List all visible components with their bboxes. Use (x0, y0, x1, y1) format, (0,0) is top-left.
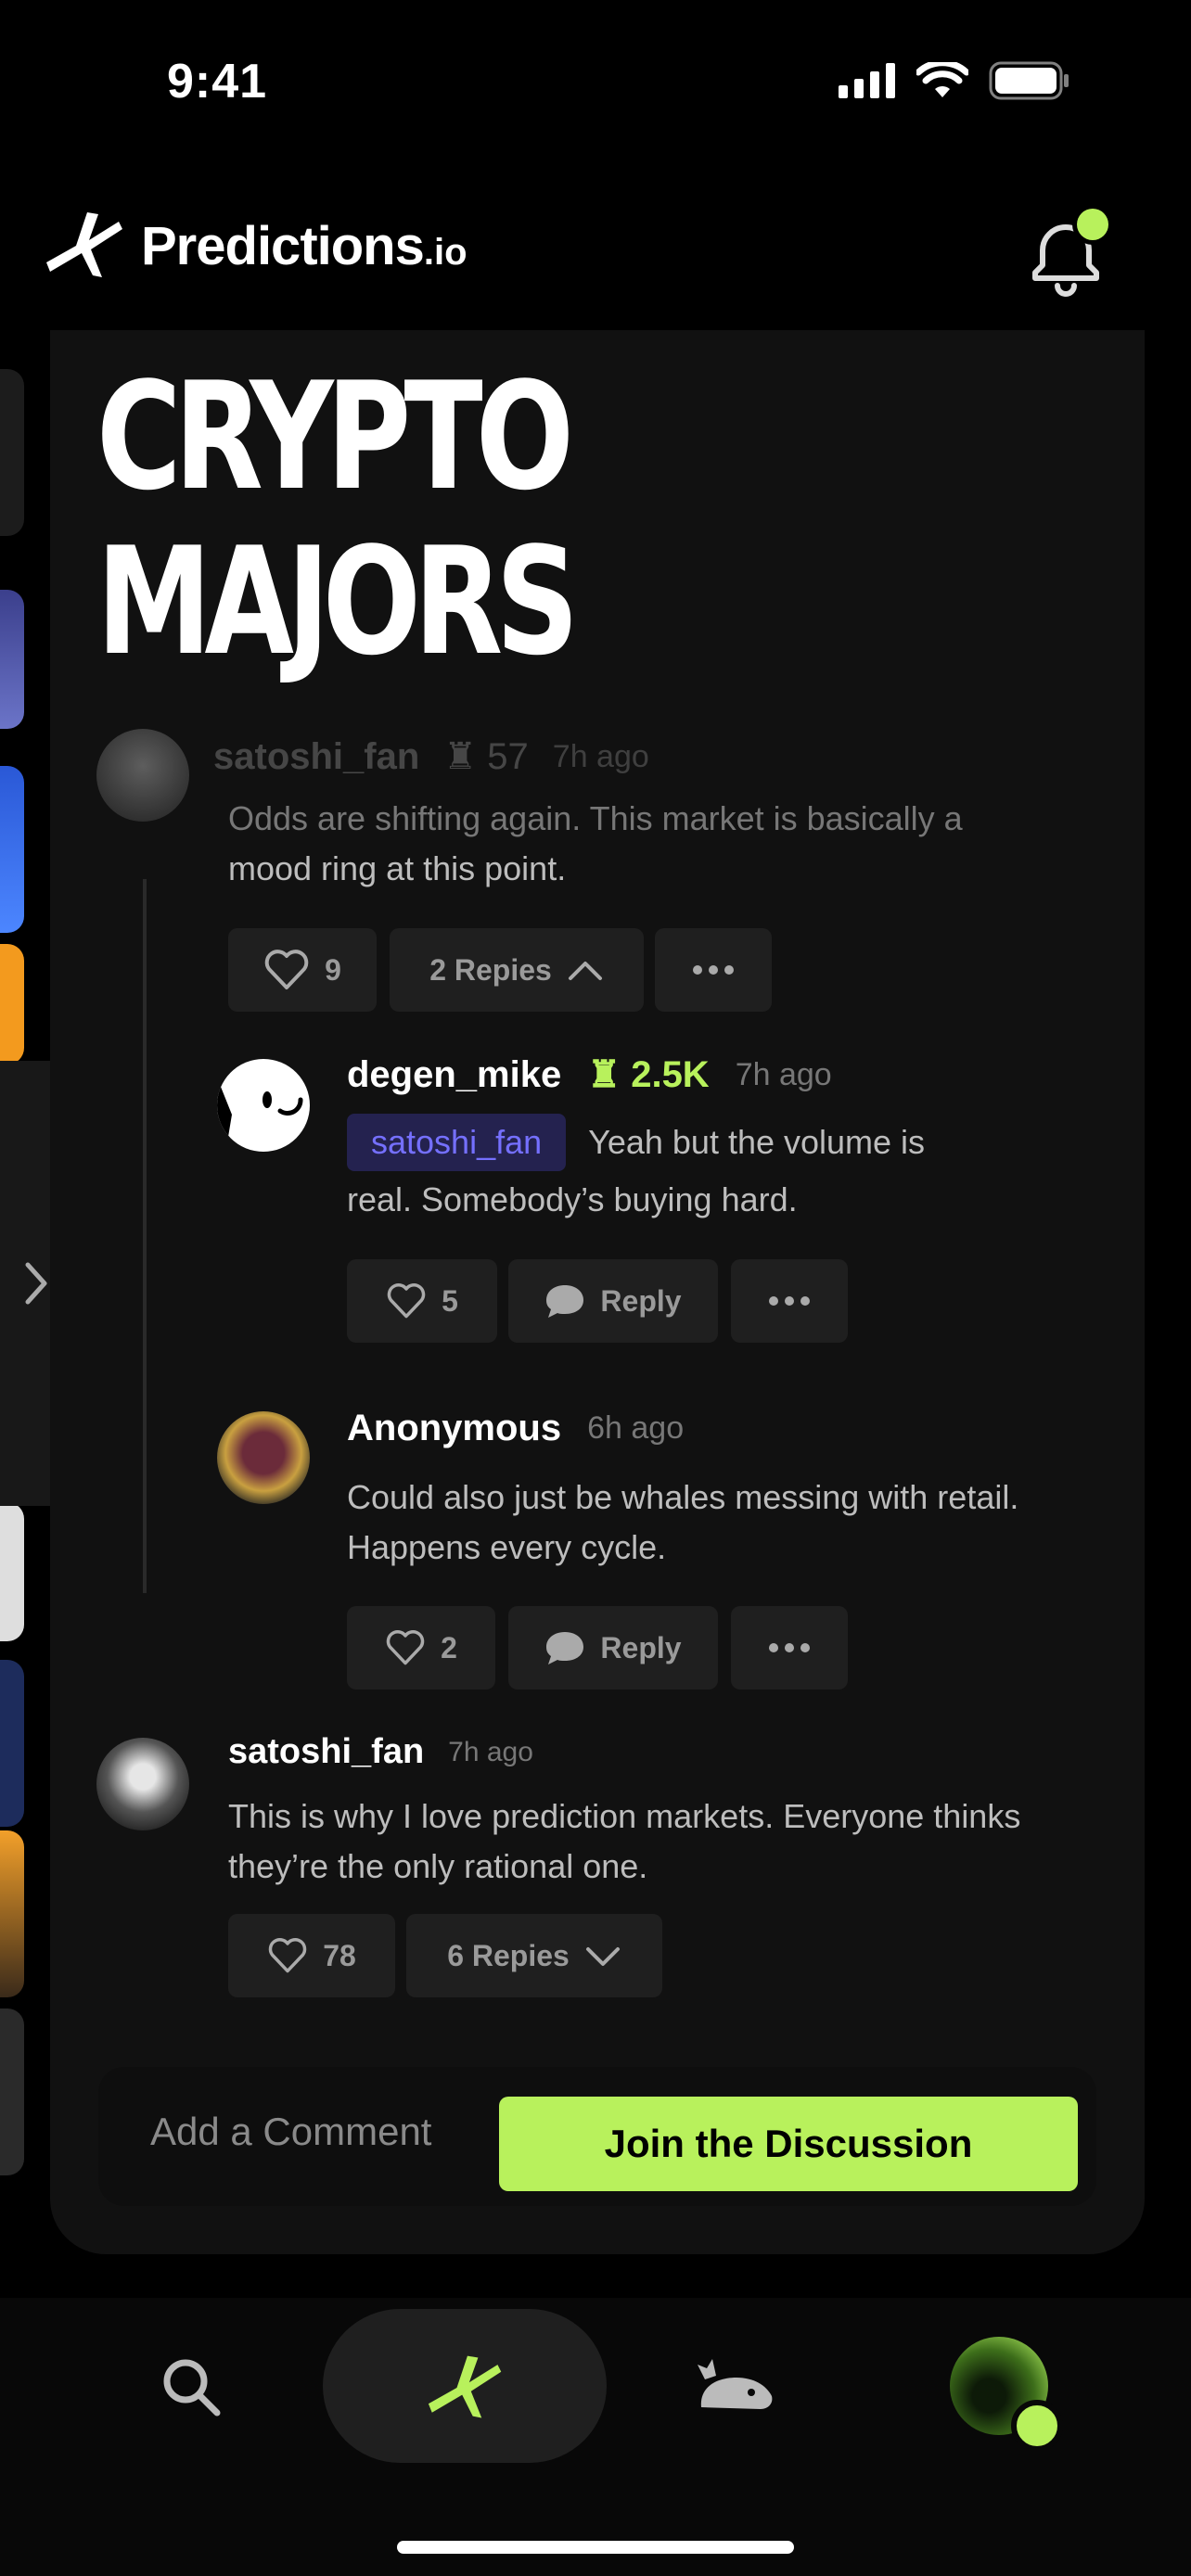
chevron-down-icon (585, 1947, 620, 1966)
side-card[interactable] (0, 369, 24, 536)
comment-username[interactable]: Anonymous (347, 1408, 561, 1449)
more-icon (769, 1296, 810, 1306)
reply-label: Reply (600, 1283, 682, 1318)
brand-name: Predictions (141, 215, 425, 276)
more-icon (693, 965, 734, 975)
heart-icon (268, 1938, 307, 1973)
search-icon[interactable] (156, 2352, 230, 2426)
comment-header: degen_mike ♜ 2.5K 7h ago (347, 1053, 832, 1096)
comment-body: This is why I love prediction markets. E… (228, 1792, 1119, 1892)
battery-icon (989, 61, 1069, 100)
online-status-dot (1011, 2400, 1063, 2452)
side-thumbnail[interactable] (0, 1502, 24, 1641)
comment-line: Happens every cycle. (347, 1528, 667, 1566)
comment-composer: Add a Comment Join the Discussion (98, 2067, 1096, 2206)
rank-badge: ♜ 57 (443, 735, 528, 778)
rank-icon: ♜ (443, 736, 478, 777)
join-discussion-button[interactable]: Join the Discussion (499, 2097, 1078, 2191)
more-icon (769, 1643, 810, 1652)
like-button[interactable]: 78 (228, 1914, 395, 1997)
replies-toggle[interactable]: 6 Repies (406, 1914, 662, 1997)
rank-value: 2.5K (631, 1054, 710, 1095)
comment-body: satoshi_fan Yeah but the volume is real. … (347, 1114, 1108, 1225)
reply-label: Reply (600, 1630, 682, 1664)
like-count: 9 (325, 952, 341, 987)
like-button[interactable]: 2 (347, 1606, 495, 1690)
rank-badge: ♜ 2.5K (587, 1053, 709, 1096)
replies-label: 6 Repies (447, 1938, 570, 1972)
reply-button[interactable]: Reply (508, 1259, 718, 1343)
status-time: 9:41 (167, 55, 268, 108)
avatar[interactable] (96, 729, 189, 822)
title-line-2: MAJORS (96, 515, 579, 688)
comment-line: This is why I love prediction markets. E… (228, 1797, 1021, 1835)
whale-icon[interactable] (696, 2352, 775, 2417)
like-count: 78 (323, 1938, 356, 1972)
side-thumbnail[interactable] (0, 590, 24, 729)
like-button[interactable]: 5 (347, 1259, 497, 1343)
comment-username[interactable]: degen_mike (347, 1054, 561, 1096)
add-comment-input[interactable]: Add a Comment (150, 2110, 431, 2154)
home-logo-icon (46, 212, 122, 277)
avatar-face-icon (217, 1078, 303, 1148)
chat-icon (546, 1632, 584, 1664)
chevron-up-icon (568, 962, 602, 980)
more-button[interactable] (731, 1606, 848, 1690)
comment-line: Yeah but the volume is (588, 1123, 926, 1161)
comment-header: satoshi_fan 7h ago (228, 1732, 533, 1772)
comment-body: Odds are shifting again. This market is … (228, 794, 963, 894)
page-title: CRYPTO MAJORS (96, 350, 579, 688)
mention-tag[interactable]: satoshi_fan (347, 1114, 567, 1171)
home-indicator (397, 2541, 794, 2554)
chat-icon (546, 1285, 584, 1318)
avatar[interactable] (96, 1738, 189, 1830)
market-card: CRYPTO MAJORS satoshi_fan ♜ 57 7h ago Od… (50, 330, 1145, 2254)
replies-toggle[interactable]: 2 Repies (390, 928, 644, 1012)
heart-icon (386, 1630, 425, 1665)
comment-username[interactable]: satoshi_fan (228, 1732, 424, 1772)
rank-icon: ♜ (587, 1054, 621, 1095)
side-thumbnail[interactable] (0, 766, 24, 933)
signal-icon (839, 63, 895, 98)
bell-icon (1032, 204, 1113, 297)
like-button[interactable]: 9 (228, 928, 377, 1012)
comment-time: 7h ago (552, 738, 649, 774)
comment-body: Could also just be whales messing with r… (347, 1473, 1126, 1573)
reply-button[interactable]: Reply (508, 1606, 718, 1690)
more-button[interactable] (655, 928, 772, 1012)
like-count: 2 (441, 1630, 457, 1664)
side-thumbnail[interactable] (0, 1660, 24, 1827)
comment-username[interactable]: satoshi_fan (213, 736, 419, 778)
title-line-1: CRYPTO (96, 350, 574, 523)
comment-line: Odds are shifting again. This market is … (228, 799, 963, 837)
comment-line: Could also just be whales messing with r… (347, 1478, 1019, 1516)
side-thumbnail[interactable] (0, 944, 24, 1065)
comment-line: mood ring at this point. (228, 849, 567, 887)
heart-icon (264, 950, 309, 989)
avatar[interactable] (217, 1411, 310, 1504)
comment-header: Anonymous 6h ago (347, 1408, 684, 1449)
comment-time: 7h ago (735, 1056, 832, 1092)
thread-line (143, 879, 147, 1593)
home-logo-icon[interactable] (427, 2350, 506, 2426)
rank-value: 57 (487, 736, 529, 777)
side-thumbnail[interactable] (0, 2009, 24, 2175)
status-icons (839, 61, 1070, 100)
comment-time: 7h ago (448, 1736, 533, 1767)
like-count: 5 (442, 1283, 458, 1318)
replies-label: 2 Repies (429, 952, 552, 987)
comment-line: real. Somebody’s buying hard. (347, 1180, 798, 1218)
brand-suffix: .io (423, 231, 467, 273)
notifications-button[interactable] (1015, 202, 1117, 304)
comment-line: they’re the only rational one. (228, 1847, 648, 1885)
wifi-icon (916, 62, 968, 97)
more-button[interactable] (731, 1259, 848, 1343)
heart-icon (387, 1283, 426, 1319)
brand-logo[interactable]: Predictions .io (45, 209, 467, 283)
avatar[interactable] (217, 1059, 310, 1152)
comment-time: 6h ago (587, 1410, 685, 1446)
side-thumbnail[interactable] (0, 1830, 24, 1997)
